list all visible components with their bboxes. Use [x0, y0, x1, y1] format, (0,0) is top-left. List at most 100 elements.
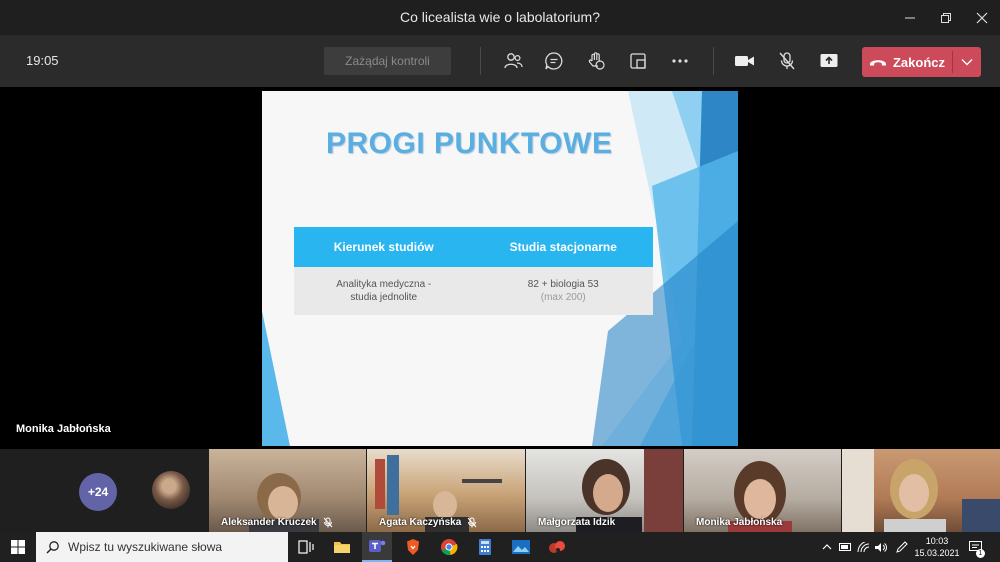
microphone-muted-icon — [323, 517, 332, 528]
avatar[interactable] — [152, 471, 190, 509]
participant-video[interactable]: Aleksander Kruczek — [209, 449, 366, 532]
more-icon — [672, 59, 688, 63]
toolbar-divider — [713, 47, 714, 75]
camera-toggle-button[interactable] — [731, 47, 759, 75]
photos-icon — [512, 540, 530, 554]
participants-button[interactable] — [499, 47, 527, 75]
taskbar-clock[interactable]: 10:03 15.03.2021 — [912, 535, 962, 559]
taskbar-app-photos[interactable] — [506, 532, 536, 562]
participant-name-tag: Agata Kaczyńska — [379, 517, 477, 528]
people-icon — [504, 53, 523, 69]
chat-icon — [545, 52, 563, 70]
taskbar-app-chrome[interactable] — [434, 532, 464, 562]
course-line: Analityka medyczna - — [336, 279, 432, 290]
microphone-muted-icon — [779, 52, 795, 70]
wifi-icon — [857, 541, 869, 552]
hang-up-icon — [869, 60, 886, 66]
clock-date: 15.03.2021 — [914, 548, 960, 558]
clock-time: 10:03 — [925, 536, 949, 546]
participant-name-tag: Aleksander Kruczek — [221, 517, 333, 528]
participant-video[interactable]: Monika Jabłońska — [684, 449, 841, 532]
calculator-icon — [479, 539, 491, 555]
microphone-muted-icon — [467, 517, 477, 528]
notification-count: 1 — [976, 549, 985, 558]
title-bar: Co licealista wie o labolatorium? — [0, 0, 1000, 35]
wifi-status[interactable] — [856, 532, 870, 562]
end-call-options-button[interactable] — [953, 47, 981, 77]
participant-video[interactable]: Agata Kaczyńska — [367, 449, 525, 532]
more-actions-button[interactable] — [666, 47, 694, 75]
taskbar-search-box[interactable]: Wpisz tu wyszukiwane słowa — [36, 532, 288, 562]
call-timer: 19:05 — [26, 53, 59, 68]
meeting-toolbar: 19:05 Zażądaj kontroli Zakończ — [0, 35, 1000, 87]
taskbar-app-brave[interactable] — [398, 532, 428, 562]
search-icon — [46, 541, 59, 554]
taskbar-app-teams[interactable] — [362, 532, 392, 562]
restore-icon — [941, 12, 951, 23]
restore-button[interactable] — [928, 0, 964, 35]
participant-name: Małgorzata Idzik — [538, 517, 616, 528]
end-call-button[interactable]: Zakończ — [862, 47, 981, 77]
pen-workspace-button[interactable] — [893, 532, 909, 562]
participant-name: Agata Kaczyńska — [379, 517, 462, 528]
course-cell: Analityka medyczna - studia jednolite — [294, 267, 474, 315]
speaker-icon — [874, 542, 887, 552]
reactions-button[interactable] — [582, 47, 610, 75]
rooms-button[interactable] — [624, 47, 652, 75]
windows-taskbar: Wpisz tu wyszukiwane słowa 10:03 15.03.2… — [0, 532, 1000, 562]
end-call-main[interactable]: Zakończ — [862, 47, 952, 77]
video-frame — [842, 449, 1000, 532]
close-icon — [976, 12, 988, 23]
raise-hand-icon — [588, 52, 605, 70]
show-hidden-icons-button[interactable] — [820, 532, 834, 562]
toolbar-divider — [480, 47, 481, 75]
presenter-name: Monika Jabłońska — [16, 423, 111, 435]
more-participants-badge[interactable]: +24 — [79, 473, 117, 511]
participant-name-tag: Małgorzata Idzik — [538, 517, 615, 528]
search-placeholder: Wpisz tu wyszukiwane słowa — [68, 540, 223, 554]
participant-name-tag: Monika Jabłońska — [696, 517, 782, 528]
minimize-button[interactable] — [892, 0, 928, 35]
pen-icon — [895, 540, 908, 553]
teams-icon — [369, 540, 386, 552]
action-center-button[interactable]: 1 — [966, 532, 986, 562]
presentation-slide: PROGI PUNKTOWE Kierunek studiów Studia s… — [262, 91, 738, 446]
chevron-down-icon — [961, 59, 973, 66]
participant-name: Monika Jabłońska — [696, 517, 783, 528]
brave-browser-icon — [407, 539, 419, 555]
points-cell: 82 + biologia 53 (max 200) — [474, 267, 654, 315]
camera-icon — [735, 56, 754, 66]
slide-title: PROGI PUNKTOWE — [326, 127, 613, 160]
minimize-icon — [905, 17, 915, 18]
task-view-button[interactable] — [291, 532, 321, 562]
share-content-button[interactable] — [815, 47, 843, 75]
volume-control[interactable] — [873, 532, 887, 562]
table-row: Analityka medyczna - studia jednolite 82… — [294, 267, 653, 315]
window-title: Co licealista wie o labolatorium? — [400, 9, 600, 25]
folder-icon — [334, 542, 350, 553]
table-header: Kierunek studiów Studia stacjonarne — [294, 227, 653, 267]
chat-button[interactable] — [540, 47, 568, 75]
points-table: Kierunek studiów Studia stacjonarne Anal… — [294, 227, 653, 315]
end-call-label: Zakończ — [892, 54, 945, 70]
points-value: 82 + biologia 53 — [527, 279, 599, 290]
start-button[interactable] — [3, 532, 33, 562]
taskbar-app-game[interactable] — [542, 532, 572, 562]
request-control-button[interactable]: Zażądaj kontroli — [324, 47, 451, 75]
game-icon — [549, 541, 565, 553]
battery-status[interactable] — [838, 532, 852, 562]
table-header-cell: Kierunek studiów — [333, 240, 434, 254]
participant-name: Aleksander Kruczek — [221, 517, 317, 528]
windows-logo-icon — [11, 540, 25, 554]
points-note: (max 200) — [540, 292, 586, 303]
participant-video[interactable] — [842, 449, 1000, 532]
close-button[interactable] — [964, 0, 1000, 35]
taskbar-app-calculator[interactable] — [470, 532, 500, 562]
participant-video[interactable]: Małgorzata Idzik — [526, 449, 683, 532]
taskbar-app-explorer[interactable] — [327, 532, 357, 562]
chevron-up-icon — [822, 544, 832, 550]
course-line: studia jednolite — [350, 292, 418, 303]
battery-icon — [838, 543, 851, 551]
table-header-cell: Studia stacjonarne — [509, 240, 617, 254]
microphone-toggle-button[interactable] — [773, 47, 801, 75]
